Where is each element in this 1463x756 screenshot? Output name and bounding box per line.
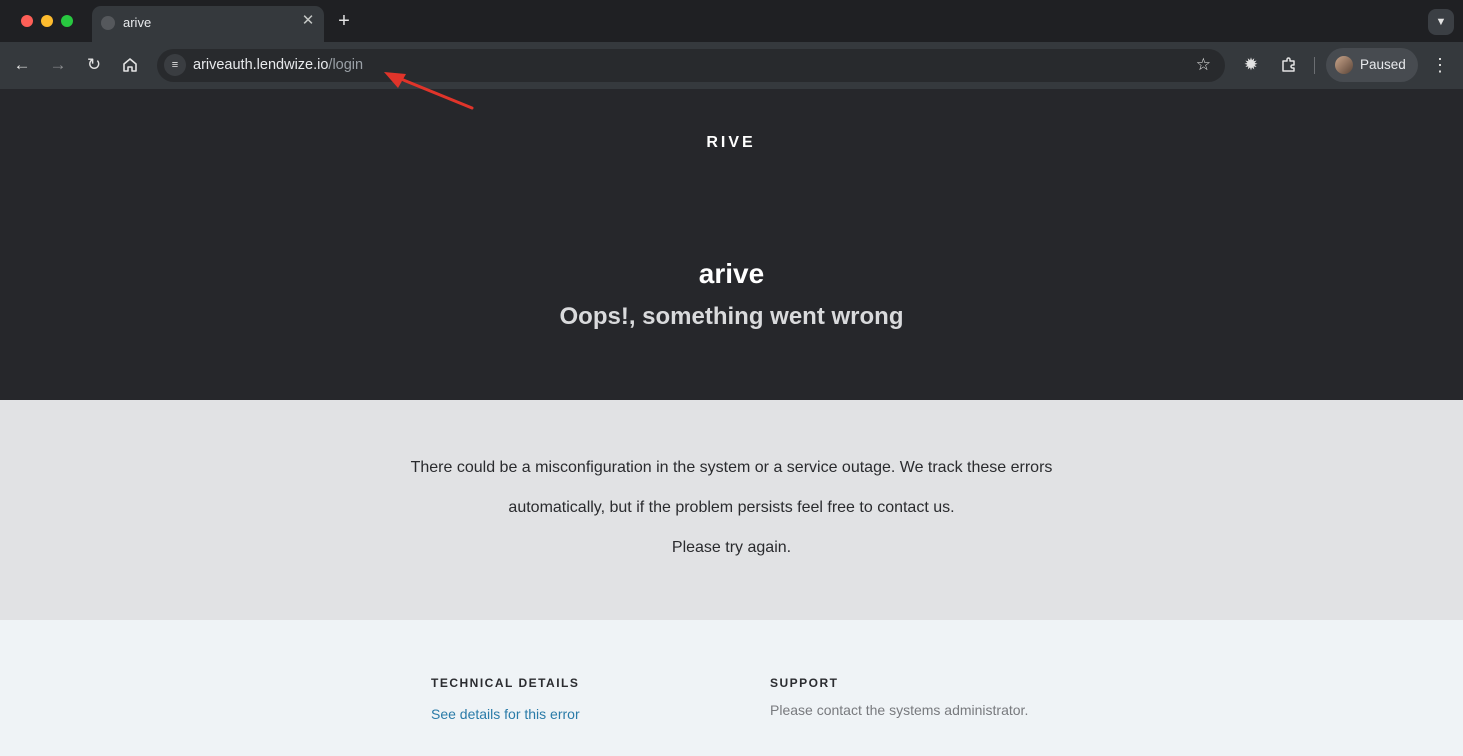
globe-icon	[101, 16, 115, 30]
window-minimize-button[interactable]	[41, 15, 53, 27]
reload-button[interactable]: ↻	[82, 53, 106, 77]
technical-details-heading: TECHNICAL DETAILS	[431, 676, 580, 690]
support-heading: SUPPORT	[770, 676, 839, 690]
error-details-link[interactable]: See details for this error	[431, 706, 580, 722]
home-button[interactable]	[118, 53, 142, 77]
reload-icon: ↻	[86, 55, 102, 74]
bookmark-star-icon[interactable]: ☆	[1196, 55, 1211, 75]
browser-toolbar: ← → ↻ ≡ ariveauth.lendwize.io/login ☆ ✹	[0, 42, 1463, 89]
url-host: ariveauth.lendwize.io	[193, 57, 329, 73]
retry-message: Please try again.	[671, 539, 792, 556]
kebab-menu-icon[interactable]: ⋮	[1430, 53, 1450, 77]
annotation-arrow	[384, 72, 474, 110]
error-message-line: There could be a misconfiguration in the…	[410, 459, 1053, 476]
tab-close-icon[interactable]: ✕	[300, 13, 316, 29]
site-info-button[interactable]: ≡	[164, 54, 186, 76]
extensions-puzzle-icon[interactable]	[1278, 54, 1300, 76]
back-button[interactable]: ←	[10, 53, 34, 77]
tune-icon: ≡	[171, 59, 179, 71]
window-maximize-button[interactable]	[61, 15, 73, 27]
page-title: arive	[698, 258, 765, 289]
error-message-line: automatically, but if the problem persis…	[508, 499, 955, 516]
tab-strip: arive ✕ + ▼	[0, 0, 1463, 42]
error-message-panel: There could be a misconfiguration in the…	[0, 400, 1463, 620]
browser-window: arive ✕ + ▼ ← → ↻ ≡ ariveauth.lendwize.i…	[0, 0, 1463, 756]
error-page: RIVE arive Oops!, something went wrong T…	[0, 89, 1463, 756]
arrow-left-icon: ←	[13, 55, 31, 74]
url-path: /login	[328, 57, 364, 73]
arrow-right-icon: →	[49, 55, 67, 74]
tab-search-button[interactable]: ▼	[1428, 9, 1454, 35]
new-tab-button[interactable]: +	[334, 10, 354, 32]
tab-arive[interactable]: arive ✕	[92, 6, 324, 42]
extension-gear-icon[interactable]: ✹	[1241, 55, 1261, 75]
details-footer: TECHNICAL DETAILS See details for this e…	[0, 620, 1463, 756]
toolbar-separator	[1314, 57, 1315, 74]
avatar	[1335, 56, 1353, 74]
window-close-button[interactable]	[21, 15, 33, 27]
chevron-down-icon: ▼	[1435, 16, 1447, 28]
tab-title: arive	[123, 15, 152, 30]
profile-status: Paused	[1360, 57, 1406, 72]
arive-logo: RIVE	[706, 134, 756, 151]
url-text[interactable]: ariveauth.lendwize.io/login	[193, 57, 363, 73]
forward-button[interactable]: →	[46, 53, 70, 77]
puzzle-icon	[1282, 57, 1295, 72]
address-bar[interactable]: ≡ ariveauth.lendwize.io/login ☆	[157, 49, 1225, 82]
support-text: Please contact the systems administrator…	[770, 702, 1029, 718]
hero-banner: RIVE arive Oops!, something went wrong	[0, 89, 1463, 400]
error-heading: Oops!, something went wrong	[559, 303, 904, 330]
home-icon	[123, 58, 137, 72]
profile-button[interactable]: Paused	[1326, 48, 1418, 82]
